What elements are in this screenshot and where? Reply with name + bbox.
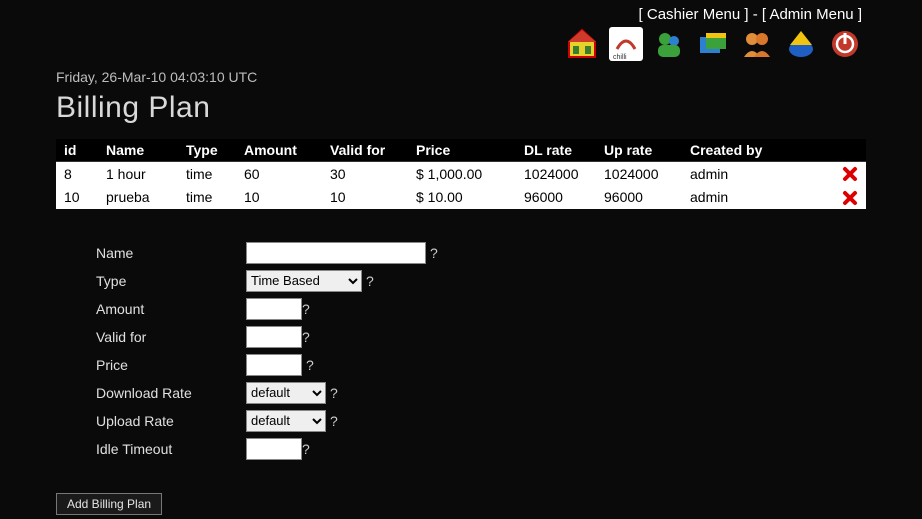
icon-toolbar: chilli: [0, 23, 922, 61]
cell-price: $ 10.00: [408, 185, 516, 208]
cell-type: time: [178, 162, 236, 186]
th-name: Name: [98, 139, 178, 162]
th-dl: DL rate: [516, 139, 596, 162]
label-idle: Idle Timeout: [96, 441, 246, 457]
users-icon[interactable]: [652, 27, 686, 61]
top-menu: [ Cashier Menu ] - [ Admin Menu ]: [0, 0, 922, 23]
cell-valid: 30: [322, 162, 408, 186]
label-type: Type: [96, 273, 246, 289]
page-title: Billing Plan: [56, 91, 866, 125]
th-up: Up rate: [596, 139, 682, 162]
people-icon[interactable]: [740, 27, 774, 61]
help-icon[interactable]: ?: [302, 441, 310, 457]
th-by: Created by: [682, 139, 834, 162]
windows-icon[interactable]: [696, 27, 730, 61]
power-icon[interactable]: [828, 27, 862, 61]
upload-rate-select[interactable]: default: [246, 410, 326, 432]
th-type: Type: [178, 139, 236, 162]
billing-plan-form: Name ? Type Time Based ? Amount ? Valid …: [96, 241, 866, 461]
label-dl: Download Rate: [96, 385, 246, 401]
cell-type: time: [178, 185, 236, 208]
label-ul: Upload Rate: [96, 413, 246, 429]
label-amount: Amount: [96, 301, 246, 317]
idle-input[interactable]: [246, 438, 302, 460]
cell-name: prueba: [98, 185, 178, 208]
chillispot-icon[interactable]: chilli: [609, 27, 643, 61]
table-row: 10pruebatime1010$ 10.009600096000admin: [56, 185, 866, 208]
cell-up: 96000: [596, 185, 682, 208]
label-price: Price: [96, 357, 246, 373]
cell-by: admin: [682, 162, 834, 186]
cell-valid: 10: [322, 185, 408, 208]
cell-id: 8: [56, 162, 98, 186]
help-icon[interactable]: ?: [330, 385, 338, 401]
th-actions: [834, 139, 866, 162]
cashier-menu-link[interactable]: Cashier Menu: [647, 6, 740, 23]
th-price: Price: [408, 139, 516, 162]
home-icon[interactable]: [565, 27, 599, 61]
th-valid: Valid for: [322, 139, 408, 162]
label-valid: Valid for: [96, 329, 246, 345]
delete-cell: [834, 185, 866, 208]
svg-text:chilli: chilli: [613, 54, 627, 61]
table-row: 81 hourtime6030$ 1,000.0010240001024000a…: [56, 162, 866, 186]
amount-input[interactable]: [246, 298, 302, 320]
help-icon[interactable]: ?: [302, 301, 310, 317]
valid-input[interactable]: [246, 326, 302, 348]
th-id: id: [56, 139, 98, 162]
cell-name: 1 hour: [98, 162, 178, 186]
help-icon[interactable]: ?: [306, 357, 314, 373]
name-input[interactable]: [246, 242, 426, 264]
cell-amount: 60: [236, 162, 322, 186]
delete-cell: [834, 162, 866, 186]
delete-icon[interactable]: [842, 166, 858, 182]
th-amount: Amount: [236, 139, 322, 162]
label-name: Name: [96, 245, 246, 261]
table-header-row: id Name Type Amount Valid for Price DL r…: [56, 139, 866, 162]
home2-icon[interactable]: [784, 27, 818, 61]
help-icon[interactable]: ?: [302, 329, 310, 345]
billing-plan-table: id Name Type Amount Valid for Price DL r…: [56, 139, 866, 209]
price-input[interactable]: [246, 354, 302, 376]
add-billing-plan-button[interactable]: Add Billing Plan: [56, 493, 162, 515]
cell-by: admin: [682, 185, 834, 208]
help-icon[interactable]: ?: [366, 273, 374, 289]
admin-menu-link[interactable]: Admin Menu: [769, 6, 853, 23]
cell-dl: 96000: [516, 185, 596, 208]
help-icon[interactable]: ?: [430, 245, 438, 261]
help-icon[interactable]: ?: [330, 413, 338, 429]
cell-amount: 10: [236, 185, 322, 208]
download-rate-select[interactable]: default: [246, 382, 326, 404]
cell-up: 1024000: [596, 162, 682, 186]
cell-price: $ 1,000.00: [408, 162, 516, 186]
cell-id: 10: [56, 185, 98, 208]
delete-icon[interactable]: [842, 190, 858, 206]
type-select[interactable]: Time Based: [246, 270, 362, 292]
cell-dl: 1024000: [516, 162, 596, 186]
timestamp: Friday, 26-Mar-10 04:03:10 UTC: [56, 69, 866, 85]
